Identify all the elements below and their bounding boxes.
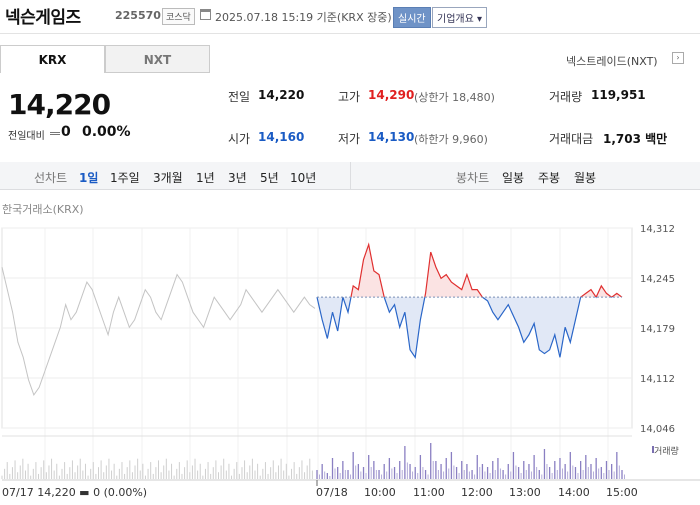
price-chart: 14,312 14,245 14,179 14,112 14,046	[1, 224, 700, 486]
prev-day-line	[1, 266, 316, 396]
y-tick-label: 14,245	[640, 274, 675, 285]
prev-day-label: 07/17 14,220 ▬ 0 (0.00%)	[2, 486, 148, 499]
x-tick-label: 12:00	[461, 486, 493, 499]
x-tick-label: 11:00	[413, 486, 445, 499]
x-tick-label: 10:00	[364, 486, 396, 499]
volume-legend: 거래량	[654, 447, 679, 457]
x-tick-label: 07/18	[316, 486, 348, 499]
y-tick-label: 14,046	[640, 424, 675, 435]
y-tick-label: 14,112	[640, 374, 675, 385]
x-tick-label: 13:00	[509, 486, 541, 499]
x-tick-label: 14:00	[558, 486, 590, 499]
x-tick-label: 15:00	[606, 486, 638, 499]
y-tick-label: 14,312	[640, 224, 675, 235]
y-tick-label: 14,179	[640, 324, 675, 335]
